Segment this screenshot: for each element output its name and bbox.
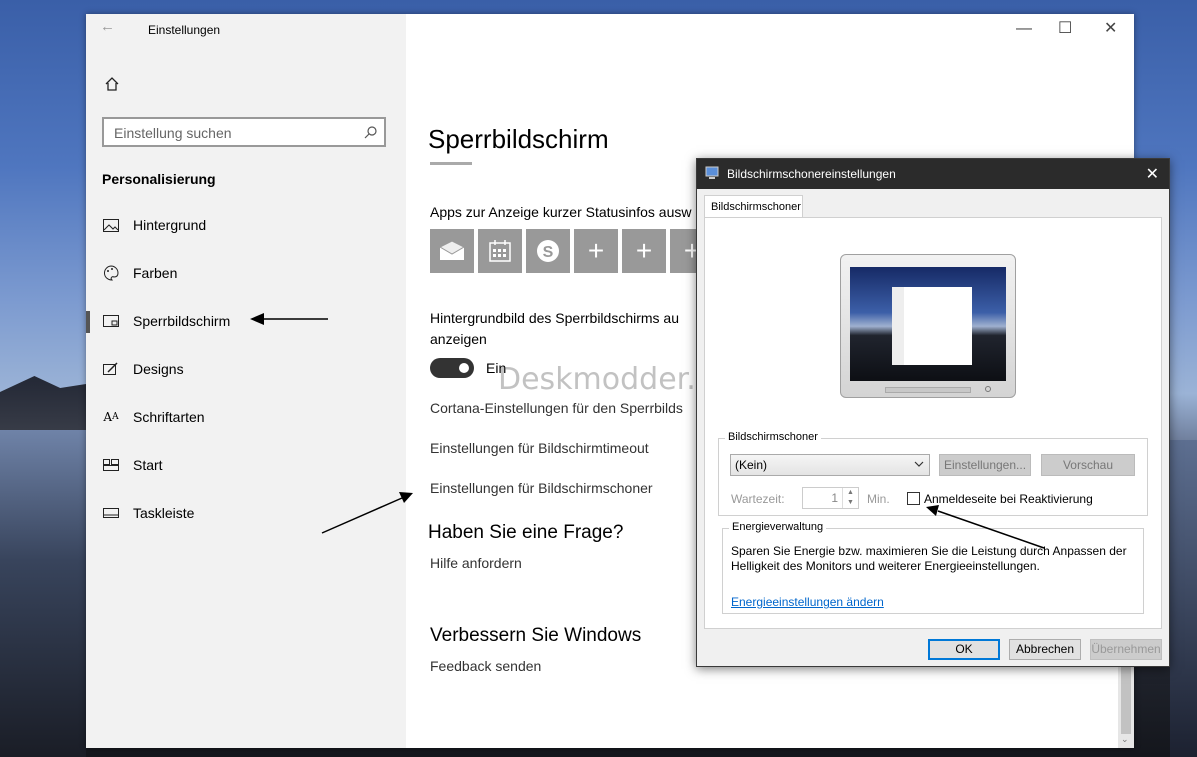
minimize-icon[interactable]: — [1016,20,1032,38]
power-text-line1: Sparen Sie Energie bzw. maximieren Sie d… [731,544,1127,558]
dialog-titlebar: Bildschirmschonereinstellungen ✕ [697,159,1169,189]
font-icon: AA [103,410,119,424]
tab-bildschirmschoner[interactable]: Bildschirmschoner [704,195,803,218]
palette-icon [102,265,120,281]
background-label-line2: anzeigen [430,331,487,347]
sidebar-item-label: Start [133,457,163,473]
plus-icon[interactable]: + [622,229,666,273]
designs-icon [102,361,120,377]
background-label-line1: Hintergrundbild des Sperrbildschirms au [430,310,680,326]
skype-icon[interactable]: S [526,229,570,273]
tab-panel: Bildschirmschoner (Kein) Einstellungen..… [704,217,1162,629]
title-underline [430,162,472,165]
landscape-lake-right [1170,440,1197,757]
lockscreen-icon [102,313,120,329]
search-input[interactable]: Einstellung suchen [102,117,386,147]
sidebar-item-taskleiste[interactable]: Taskleiste [102,502,194,524]
home-icon[interactable] [104,76,120,97]
svg-text:S: S [543,244,554,261]
plus-icon[interactable]: + [574,229,618,273]
sidebar-item-label: Taskleiste [133,505,195,521]
sidebar-item-farben[interactable]: Farben [102,262,177,284]
scroll-down-icon[interactable]: ⌄ [1121,734,1129,745]
dialog-close-icon[interactable]: ✕ [1146,164,1159,184]
link-timeout[interactable]: Einstellungen für Bildschirmtimeout [430,440,649,456]
apps-label: Apps zur Anzeige kurzer Statusinfos ausw [430,204,692,220]
help-link[interactable]: Hilfe anfordern [430,555,522,571]
question-heading: Haben Sie eine Frage? [428,522,624,543]
apply-button[interactable]: Übernehmen [1090,639,1162,660]
sidebar-item-label: Farben [133,265,178,281]
power-text-line2: Helligkeit des Monitors und weiterer Ene… [731,559,1040,573]
selected-indicator [86,311,90,333]
sidebar-item-label: Sperrbildschirm [133,313,231,329]
search-placeholder: Einstellung suchen [114,125,232,141]
close-icon[interactable]: ✕ [1104,18,1117,38]
monitor-preview [840,254,1016,398]
maximize-icon[interactable]: ☐ [1058,18,1072,38]
resume-label: Anmeldeseite bei Reaktivierung [924,492,1093,506]
screensaver-group-label: Bildschirmschoner [725,431,821,443]
mail-icon[interactable] [430,229,474,273]
power-group-label: Energieverwaltung [729,521,827,533]
sidebar-item-schriftarten[interactable]: AA Schriftarten [102,406,205,428]
sidebar-item-label: Designs [133,361,184,377]
preview-screen [850,267,1006,381]
sidebar-item-hintergrund[interactable]: Hintergrund [102,214,206,236]
screensaver-select[interactable]: (Kein) [730,454,930,476]
toggle-knob [459,363,469,373]
ok-button[interactable]: OK [928,639,1000,660]
sidebar-item-label: Schriftarten [133,409,205,425]
monitor-icon [705,166,719,185]
sidebar-item-label: Hintergrund [133,217,207,233]
sidebar-item-start[interactable]: Start [102,454,163,476]
cancel-button[interactable]: Abbrechen [1009,639,1081,660]
page-title: Sperrbildschirm [428,124,609,154]
sidebar: ← Einstellungen Einstellung suchen Perso… [86,14,406,748]
screensaver-select-value: (Kein) [735,458,768,472]
link-cortana[interactable]: Cortana-Einstellungen für den Sperrbilds [430,400,683,416]
dialog-title: Bildschirmschonereinstellungen [727,167,896,181]
preview-button[interactable]: Vorschau [1041,454,1135,476]
preview-window [892,287,972,365]
screensaver-dialog: Bildschirmschonereinstellungen ✕ Bildsch… [696,158,1170,667]
wait-unit: Min. [867,492,890,506]
improve-heading: Verbessern Sie Windows [430,625,642,646]
start-icon [102,457,120,473]
scrollbar-thumb[interactable] [1121,664,1131,734]
taskbar-icon [102,505,120,521]
feedback-link[interactable]: Feedback senden [430,658,541,674]
scrollbar[interactable]: ⌄ [1118,664,1134,748]
stepper-arrows-icon[interactable]: ▲ ▼ [842,488,858,508]
background-toggle[interactable] [430,358,474,378]
resume-checkbox[interactable] [907,492,920,505]
back-arrow-icon[interactable]: ← [100,18,115,35]
sidebar-item-designs[interactable]: Designs [102,358,184,380]
landscape-hill [0,376,86,440]
link-screensaver[interactable]: Einstellungen für Bildschirmschoner [430,480,653,496]
preview-sidebar [892,287,904,365]
window-title: Einstellungen [148,23,221,37]
wait-label: Wartezeit: [731,492,785,506]
calendar-icon[interactable] [478,229,522,273]
monitor-power-icon [985,386,991,392]
wait-value: 1 [831,491,838,505]
landscape-lake [0,430,86,757]
chevron-down-icon [914,458,924,472]
image-icon [102,217,120,233]
screensaver-group: Bildschirmschoner (Kein) Einstellungen..… [718,431,1148,516]
sidebar-item-sperrbildschirm[interactable]: Sperrbildschirm [102,310,230,332]
power-group: Energieverwaltung Sparen Sie Energie bzw… [722,521,1144,614]
settings-button[interactable]: Einstellungen... [939,454,1031,476]
section-personalisierung: Personalisierung [102,171,216,187]
power-settings-link[interactable]: Energieeinstellungen ändern [731,595,884,609]
monitor-slot [885,387,971,393]
search-icon[interactable] [364,125,378,144]
wait-stepper[interactable]: 1 ▲ ▼ [802,487,859,509]
